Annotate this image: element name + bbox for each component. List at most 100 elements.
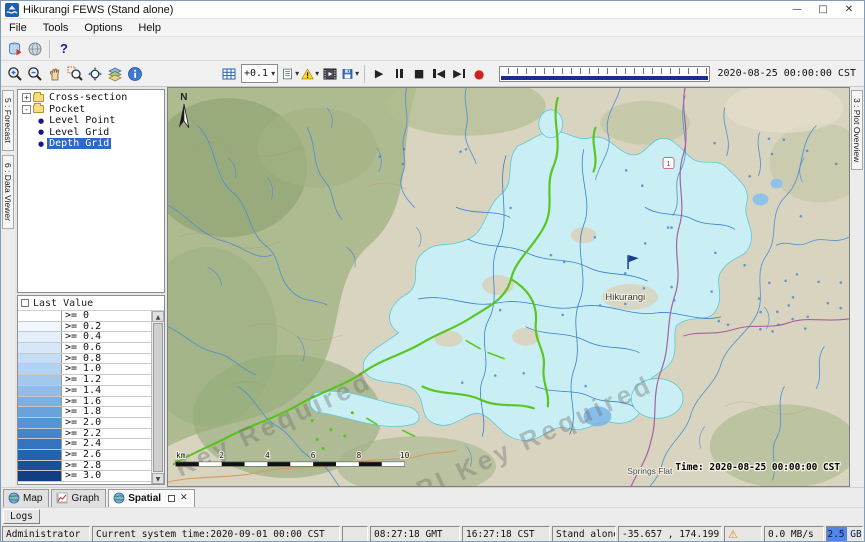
- minimize-button[interactable]: —: [784, 2, 810, 18]
- menu-help[interactable]: Help: [130, 20, 169, 36]
- tree-item-cross-section[interactable]: + Cross-section: [18, 92, 164, 104]
- road-shield-number: 1: [667, 161, 671, 168]
- tree-expander-icon[interactable]: -: [22, 105, 31, 114]
- status-mode: Stand alone: [552, 526, 616, 542]
- save-display-icon[interactable]: ▾: [340, 64, 360, 84]
- tab-float-icon[interactable]: [168, 495, 175, 502]
- legend-label: >= 0.8: [62, 354, 104, 364]
- thresholds-warning-icon[interactable]: ▾: [300, 64, 320, 84]
- pause-button[interactable]: [389, 64, 409, 84]
- timeline-ticks: [500, 68, 708, 74]
- pause-icon: [396, 69, 403, 78]
- legend-label: >= 1.8: [62, 407, 104, 417]
- tree-item-level-grid[interactable]: ●Level Grid: [18, 127, 164, 139]
- timeline-slider[interactable]: [499, 66, 709, 82]
- main-toolbar: ?: [1, 37, 864, 61]
- scroll-up-icon[interactable]: ▲: [152, 311, 164, 322]
- zoom-in-icon[interactable]: [5, 64, 25, 84]
- app-icon: [5, 3, 19, 17]
- status-gmt-time: 08:27:18 GMT: [370, 526, 460, 542]
- stop-button[interactable]: ■: [409, 64, 429, 84]
- maximize-button[interactable]: □: [810, 2, 836, 18]
- right-dock-strip: 3 : Plot Overview: [850, 87, 864, 487]
- status-memory: 2.5 GB: [826, 526, 863, 542]
- chevron-down-icon: ▾: [271, 69, 275, 78]
- last-value-checkbox[interactable]: [21, 299, 29, 307]
- legend-label: >= 2.0: [62, 418, 104, 428]
- dock-tab-5-forecast[interactable]: 5 : Forecast: [2, 90, 14, 151]
- import-data-icon[interactable]: [5, 39, 25, 59]
- tree-item-level-point[interactable]: ●Level Point: [18, 115, 164, 127]
- timeline-track: [501, 76, 707, 80]
- info-icon[interactable]: [125, 64, 145, 84]
- animation-export-icon[interactable]: [320, 64, 340, 84]
- legend-swatch: [18, 386, 62, 396]
- window-title: Hikurangi FEWS (Stand alone): [23, 4, 784, 16]
- map-canvas[interactable]: 1 API Key Required API Key Required Hiku…: [167, 87, 850, 487]
- scroll-thumb[interactable]: [153, 323, 163, 472]
- left-dock-strip: 5 : Forecast 6 : Data Viewer: [1, 87, 15, 487]
- legend-label: >= 2.4: [62, 439, 104, 449]
- dock-tab-6-data-viewer[interactable]: 6 : Data Viewer: [2, 155, 14, 229]
- layers-icon[interactable]: [105, 64, 125, 84]
- legend-panel: Last Value >= 0>= 0.2>= 0.4>= 0.6>= 0.8>…: [17, 295, 165, 485]
- legend-label: >= 0.6: [62, 343, 104, 353]
- contour-interval-combo[interactable]: +0.1 ▾: [241, 64, 278, 83]
- pan-icon[interactable]: [45, 64, 65, 84]
- legend-swatch: [18, 364, 62, 374]
- layer-bullet-icon: ●: [38, 117, 44, 125]
- tab-close-icon[interactable]: ✕: [180, 493, 188, 503]
- status-bar: Administrator Current system time:2020-0…: [1, 525, 864, 542]
- menu-tools[interactable]: Tools: [35, 20, 77, 36]
- close-button[interactable]: ✕: [836, 2, 862, 18]
- graph-icon: [56, 492, 68, 504]
- tree-item-pocket[interactable]: - Pocket: [18, 104, 164, 116]
- tree-item-label: Cross-section: [47, 92, 129, 103]
- legend-label: >= 1.4: [62, 386, 104, 396]
- explorer-icon[interactable]: [25, 39, 45, 59]
- zoom-box-icon[interactable]: [65, 64, 85, 84]
- legend-row: >= 3.0: [18, 471, 151, 482]
- tab-graph[interactable]: Graph: [51, 489, 106, 507]
- record-button[interactable]: ●: [469, 64, 489, 84]
- map-svg: 1 API Key Required API Key Required Hiku…: [168, 88, 849, 486]
- svg-text:N: N: [180, 92, 187, 103]
- menu-file[interactable]: File: [1, 20, 35, 36]
- profile-display-icon[interactable]: ▾: [280, 64, 300, 84]
- legend-scrollbar[interactable]: ▲ ▼: [151, 311, 164, 484]
- tree-item-label: Depth Grid: [47, 138, 111, 149]
- layer-bullet-icon: ●: [38, 128, 44, 136]
- menu-options[interactable]: Options: [76, 20, 130, 36]
- town-label: Hikurangi: [605, 292, 645, 303]
- skip-to-start-button[interactable]: ◀: [429, 64, 449, 84]
- zoom-out-icon[interactable]: [25, 64, 45, 84]
- tab-map[interactable]: Map: [3, 489, 49, 507]
- legend-swatch: [18, 397, 62, 407]
- locality-label: Springs Flat: [627, 466, 673, 476]
- skip-to-end-button[interactable]: ▶: [449, 64, 469, 84]
- dock-tab-3-plot-overview[interactable]: 3 : Plot Overview: [851, 90, 863, 170]
- tree-item-depth-grid[interactable]: ●Depth Grid: [18, 138, 164, 150]
- help-icon[interactable]: ?: [54, 39, 74, 59]
- grid-display-icon[interactable]: [219, 64, 239, 84]
- legend-label: >= 1.0: [62, 364, 104, 374]
- legend-label: >= 2.2: [62, 429, 104, 439]
- play-button[interactable]: ▶: [369, 64, 389, 84]
- globe-icon: [113, 492, 125, 504]
- scroll-down-icon[interactable]: ▼: [152, 473, 164, 484]
- zoom-extent-icon[interactable]: [85, 64, 105, 84]
- logs-button[interactable]: Logs: [3, 509, 40, 524]
- legend-swatch: [18, 418, 62, 428]
- status-system-time: Current system time:2020-09-01 00:00 CST: [92, 526, 340, 542]
- legend-header: Last Value: [18, 296, 164, 311]
- skip-end-icon: ▶: [453, 67, 461, 80]
- tab-spatial[interactable]: Spatial ✕: [108, 489, 194, 507]
- status-blank: [342, 526, 368, 542]
- svg-text:8: 8: [356, 451, 361, 460]
- layer-tree: + Cross-section - Pocket●Level Point●Level …: [17, 89, 165, 293]
- legend-swatch: [18, 439, 62, 449]
- tree-expander-icon[interactable]: +: [22, 93, 31, 102]
- status-warning-icon[interactable]: ⚠: [724, 526, 762, 542]
- tree-item-label: Pocket: [47, 104, 87, 115]
- legend-label: >= 1.2: [62, 375, 104, 385]
